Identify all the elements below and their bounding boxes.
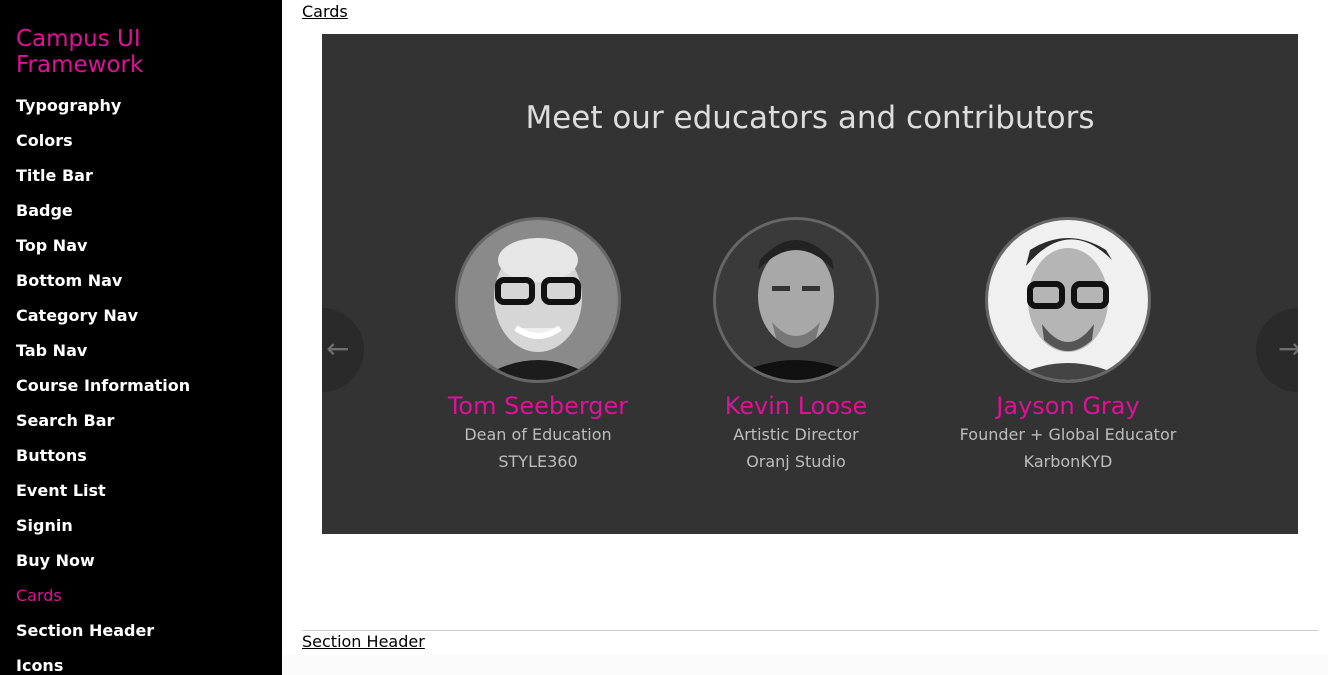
sidebar-item-badge[interactable]: Badge (16, 193, 190, 228)
sidebar-item-buy-now[interactable]: Buy Now (16, 543, 190, 578)
educator-name[interactable]: Jayson Gray (948, 391, 1188, 421)
cards-section-link[interactable]: Cards (302, 2, 348, 21)
sidebar-item-event-list[interactable]: Event List (16, 473, 190, 508)
main-content: Cards Meet our educators and contributor… (282, 0, 1328, 675)
sidebar-item-bottom-nav[interactable]: Bottom Nav (16, 263, 190, 298)
educator-name[interactable]: Tom Seeberger (418, 391, 658, 421)
sidebar-item-colors[interactable]: Colors (16, 123, 190, 158)
sidebar-item-cards[interactable]: Cards (16, 578, 190, 613)
brand-title[interactable]: Campus UI Framework (16, 26, 266, 78)
avatar (455, 217, 621, 383)
sidebar-item-section-header[interactable]: Section Header (16, 613, 190, 648)
carousel-prev-button[interactable]: ← (322, 308, 364, 392)
section-header-preview (282, 655, 1328, 675)
sidebar-item-course-information[interactable]: Course Information (16, 368, 190, 403)
section-divider (302, 630, 1318, 631)
educator-name[interactable]: Kevin Loose (676, 391, 916, 421)
sidebar-item-icons[interactable]: Icons (16, 648, 190, 675)
avatar (985, 217, 1151, 383)
sidebar-item-buttons[interactable]: Buttons (16, 438, 190, 473)
sidebar-item-title-bar[interactable]: Title Bar (16, 158, 190, 193)
educator-role: Artistic Director (733, 425, 859, 444)
sidebar-nav: Typography Colors Title Bar Badge Top Na… (16, 88, 190, 675)
sidebar-item-signin[interactable]: Signin (16, 508, 190, 543)
educator-card[interactable]: Tom Seeberger Dean of Education STYLE360 (418, 217, 658, 475)
educator-org: STYLE360 (498, 452, 578, 471)
educator-role: Founder + Global Educator (959, 425, 1177, 444)
sidebar-item-typography[interactable]: Typography (16, 88, 190, 123)
sidebar-item-tab-nav[interactable]: Tab Nav (16, 333, 190, 368)
section-header-link[interactable]: Section Header (302, 632, 425, 651)
sidebar-item-search-bar[interactable]: Search Bar (16, 403, 190, 438)
avatar (713, 217, 879, 383)
educator-org: KarbonKYD (1023, 452, 1113, 471)
educator-card[interactable]: Jayson Gray Founder + Global Educator Ka… (948, 217, 1188, 475)
sidebar: Campus UI Framework Typography Colors Ti… (0, 0, 282, 675)
arrow-left-icon: ← (326, 332, 350, 365)
arrow-right-icon: → (1278, 332, 1298, 365)
sidebar-item-top-nav[interactable]: Top Nav (16, 228, 190, 263)
educator-role: Dean of Education (464, 425, 612, 444)
carousel-next-button[interactable]: → (1256, 308, 1298, 392)
carousel-title: Meet our educators and contributors (525, 100, 1095, 136)
educator-org: Oranj Studio (746, 452, 846, 471)
cards-carousel: Meet our educators and contributors ← → … (322, 34, 1298, 534)
sidebar-item-category-nav[interactable]: Category Nav (16, 298, 190, 333)
educator-card[interactable]: Kevin Loose Artistic Director Oranj Stud… (676, 217, 916, 475)
